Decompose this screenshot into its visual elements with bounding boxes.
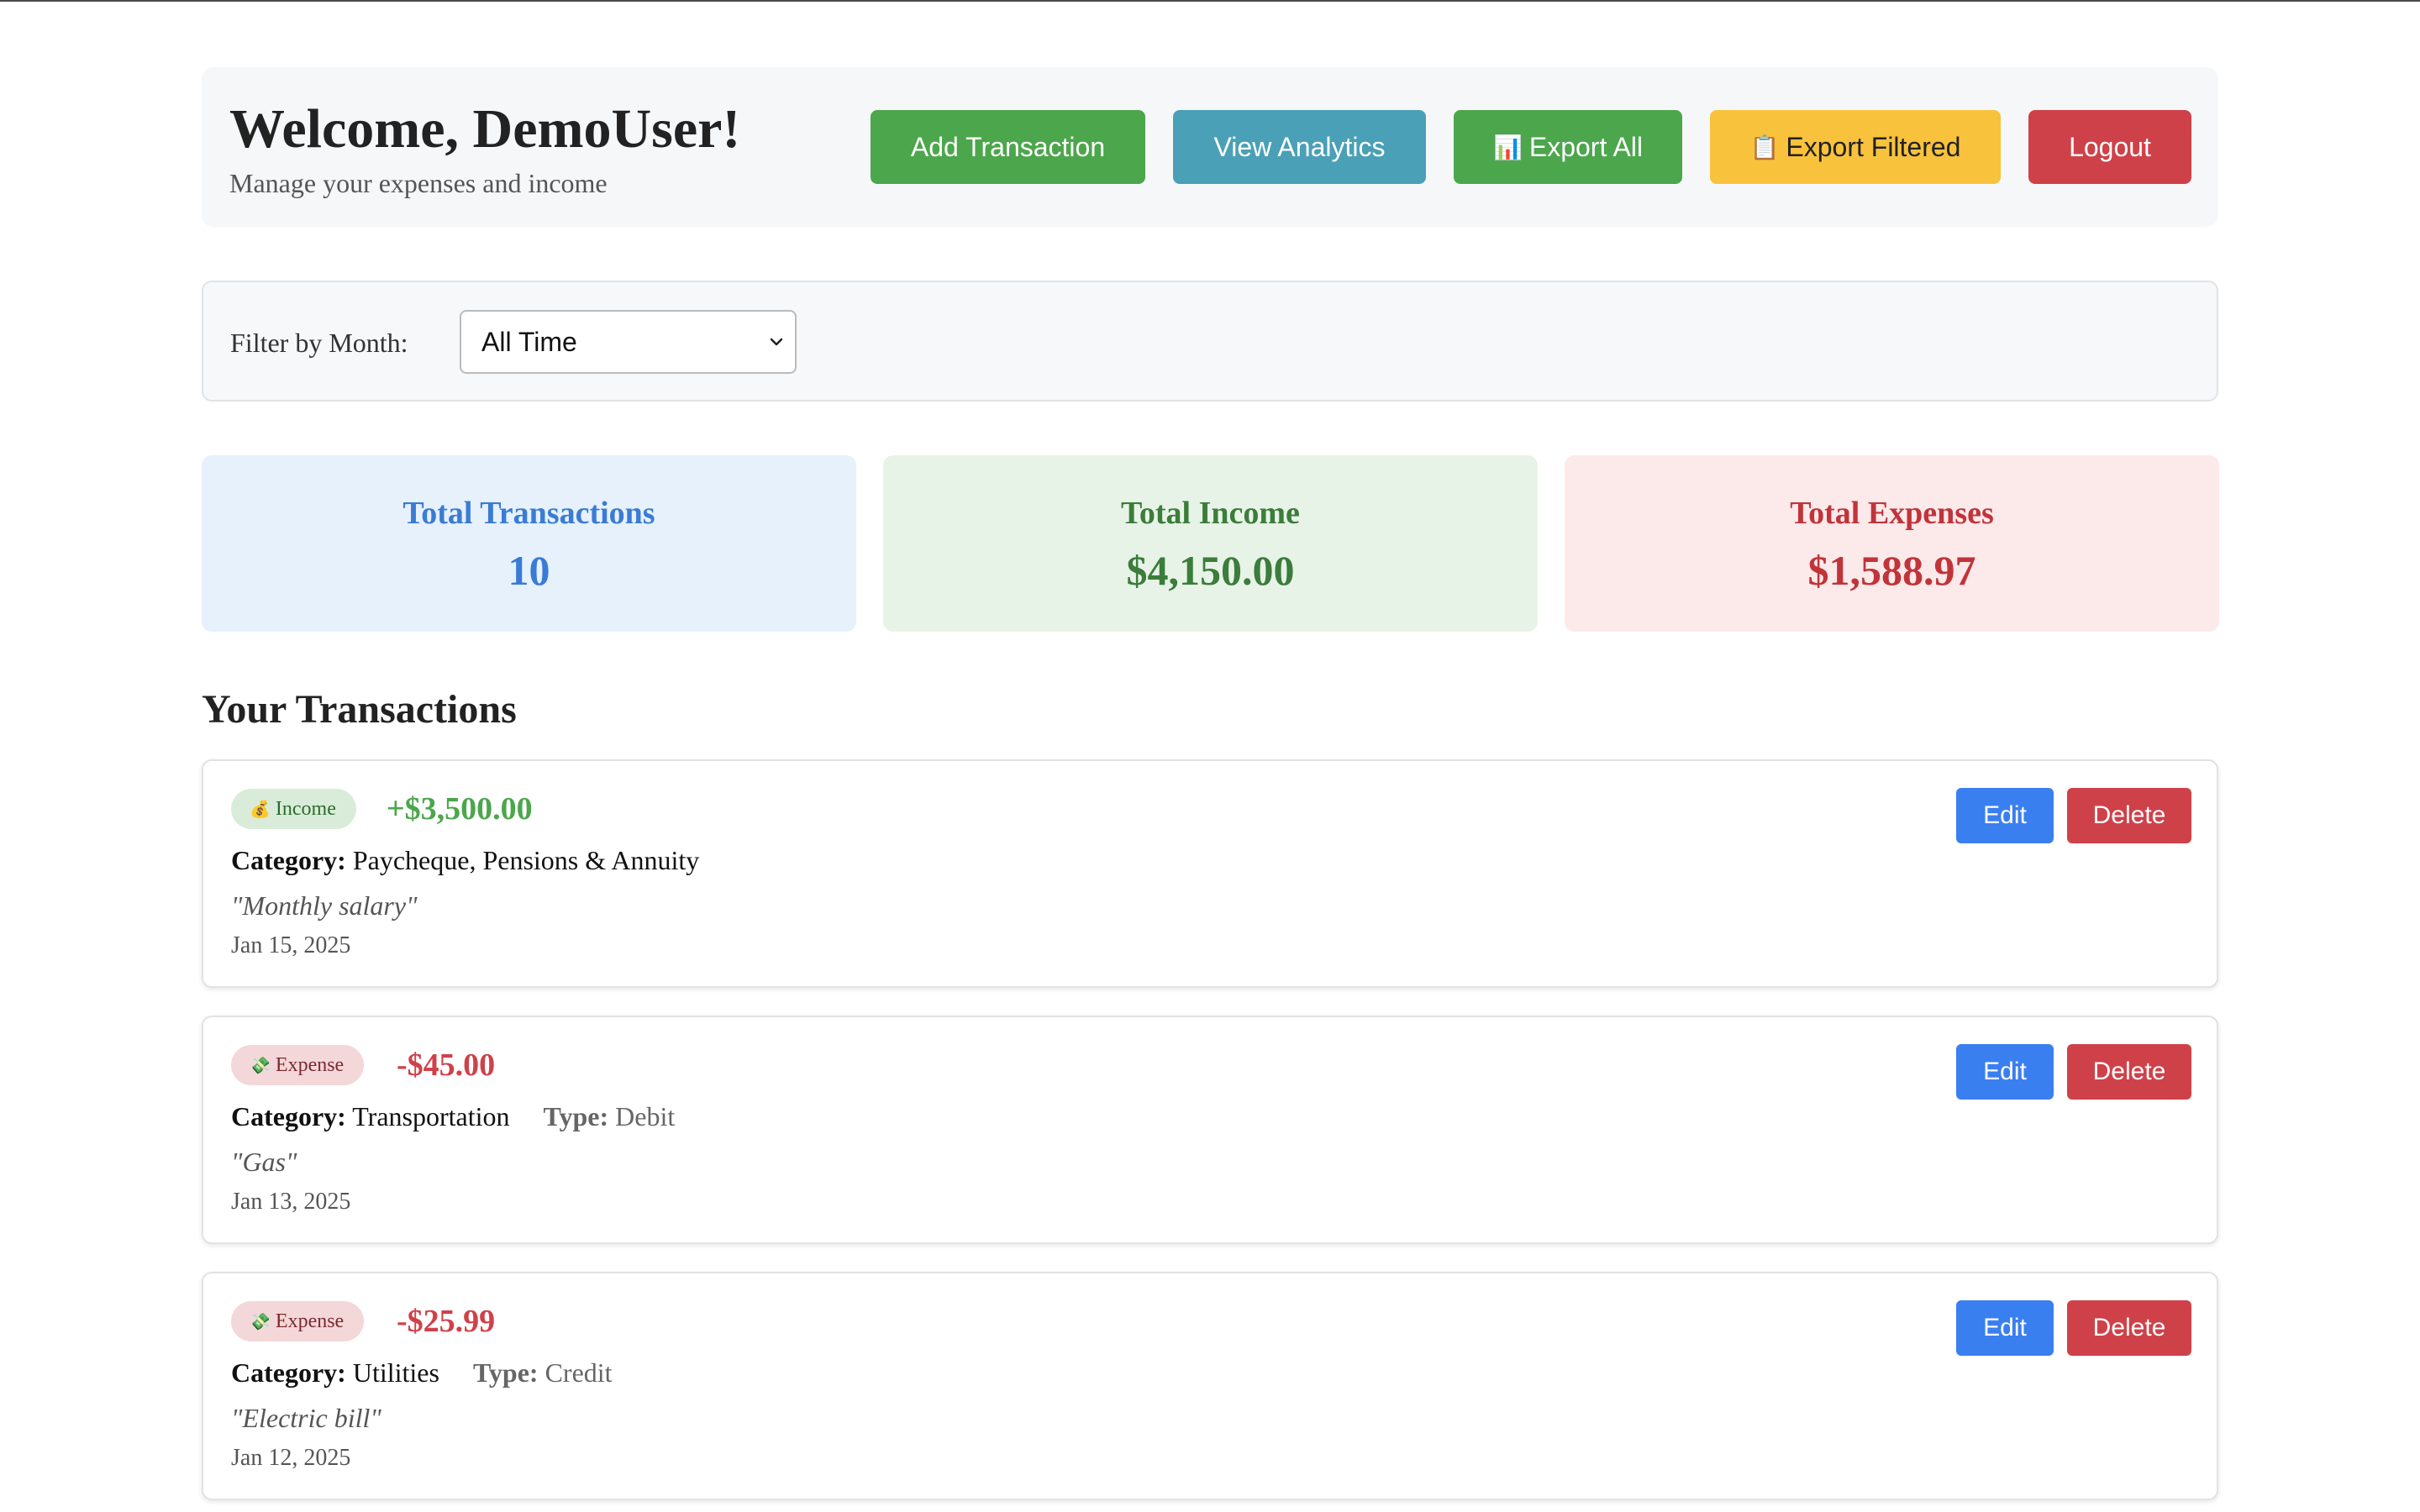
transaction-type-label: Expense xyxy=(275,1053,345,1076)
category-value: Utilities xyxy=(352,1357,439,1388)
total-income-label: Total Income xyxy=(1121,496,1300,531)
transaction-note: "Gas" xyxy=(231,1147,297,1177)
transaction-amount: -$45.00 xyxy=(397,1047,496,1083)
edit-button[interactable]: Edit xyxy=(1956,788,2054,843)
export-filtered-button[interactable]: 📋 Export Filtered xyxy=(1710,110,2001,184)
transaction-note: "Monthly salary" xyxy=(231,890,418,921)
transaction-card: 💰 Income +$3,500.00 Category: Paycheque,… xyxy=(202,759,2218,988)
delete-button[interactable]: Delete xyxy=(2067,1300,2191,1356)
transaction-type-badge: 💸 Expense xyxy=(231,1301,365,1341)
type-label: Type: xyxy=(472,1357,539,1388)
edit-button[interactable]: Edit xyxy=(1956,1044,2054,1100)
bar-chart-icon: 📊 xyxy=(1492,134,1523,160)
type-value: Credit xyxy=(544,1357,613,1388)
delete-button[interactable]: Delete xyxy=(2067,788,2191,843)
transaction-note: "Electric bill" xyxy=(231,1403,381,1433)
transaction-details: Category: Utilities Type: Credit xyxy=(231,1354,613,1391)
category-label: Category: xyxy=(231,845,346,875)
page-title: Welcome, DemoUser! xyxy=(229,98,741,160)
money-with-wings-icon: 💸 xyxy=(250,1312,271,1331)
delete-button[interactable]: Delete xyxy=(2067,1044,2191,1100)
add-transaction-button[interactable]: Add Transaction xyxy=(871,110,1145,184)
logout-button[interactable]: Logout xyxy=(2028,110,2191,184)
category-value: Transportation xyxy=(352,1101,510,1131)
transaction-type-badge: 💰 Income xyxy=(231,789,356,829)
money-bag-icon: 💰 xyxy=(250,800,271,819)
transaction-date: Jan 12, 2025 xyxy=(231,1445,351,1471)
export-all-button[interactable]: 📊 Export All xyxy=(1454,110,1682,184)
money-with-wings-icon: 💸 xyxy=(250,1056,271,1075)
dashboard: Welcome, DemoUser! Manage your expenses … xyxy=(202,67,2219,1500)
transaction-details: Category: Paycheque, Pensions & Annuity xyxy=(231,842,699,879)
clipboard-icon: 📋 xyxy=(1749,134,1780,160)
export-filtered-label: Export Filtered xyxy=(1786,131,1961,162)
view-analytics-button[interactable]: View Analytics xyxy=(1173,110,1426,184)
transaction-type-label: Income xyxy=(275,797,336,820)
total-income-card: Total Income $4,150.00 xyxy=(883,455,1538,632)
category-label: Category: xyxy=(231,1357,346,1388)
category-value: Paycheque, Pensions & Annuity xyxy=(352,845,700,875)
top-border xyxy=(0,0,2420,2)
transaction-date: Jan 15, 2025 xyxy=(231,932,351,958)
month-filter-value: All Time xyxy=(481,326,577,357)
total-expenses-label: Total Expenses xyxy=(1790,496,1994,531)
total-transactions-label: Total Transactions xyxy=(402,496,655,531)
chevron-down-icon xyxy=(770,338,783,346)
header-actions: Add Transaction View Analytics 📊 Export … xyxy=(871,110,2191,184)
summary-stats: Total Transactions 10 Total Income $4,15… xyxy=(202,455,2219,632)
month-filter-select[interactable]: All Time xyxy=(460,310,797,374)
total-income-value: $4,150.00 xyxy=(1126,547,1295,594)
export-all-label: Export All xyxy=(1528,131,1644,162)
transaction-details: Category: Transportation Type: Debit xyxy=(231,1098,675,1135)
transaction-amount: +$3,500.00 xyxy=(387,791,533,827)
filter-panel: Filter by Month: All Time xyxy=(202,281,2218,402)
transaction-card: 💸 Expense -$25.99 Category: Utilities Ty… xyxy=(202,1272,2218,1500)
transactions-heading: Your Transactions xyxy=(202,687,517,732)
page-subtitle: Manage your expenses and income xyxy=(229,168,608,198)
type-value: Debit xyxy=(615,1101,676,1131)
transaction-card: 💸 Expense -$45.00 Category: Transportati… xyxy=(202,1016,2218,1244)
total-transactions-card: Total Transactions 10 xyxy=(202,455,856,632)
transaction-date: Jan 13, 2025 xyxy=(231,1189,351,1215)
transaction-type-label: Expense xyxy=(275,1310,345,1332)
total-expenses-card: Total Expenses $1,588.97 xyxy=(1565,455,2219,632)
edit-button[interactable]: Edit xyxy=(1956,1300,2054,1356)
transaction-amount: -$25.99 xyxy=(397,1304,496,1339)
transaction-type-badge: 💸 Expense xyxy=(231,1045,365,1085)
filter-label: Filter by Month: xyxy=(230,328,408,358)
total-transactions-value: 10 xyxy=(508,547,550,594)
category-label: Category: xyxy=(231,1101,346,1131)
type-label: Type: xyxy=(543,1101,609,1131)
header-panel: Welcome, DemoUser! Manage your expenses … xyxy=(202,67,2218,227)
total-expenses-value: $1,588.97 xyxy=(1807,547,1976,594)
